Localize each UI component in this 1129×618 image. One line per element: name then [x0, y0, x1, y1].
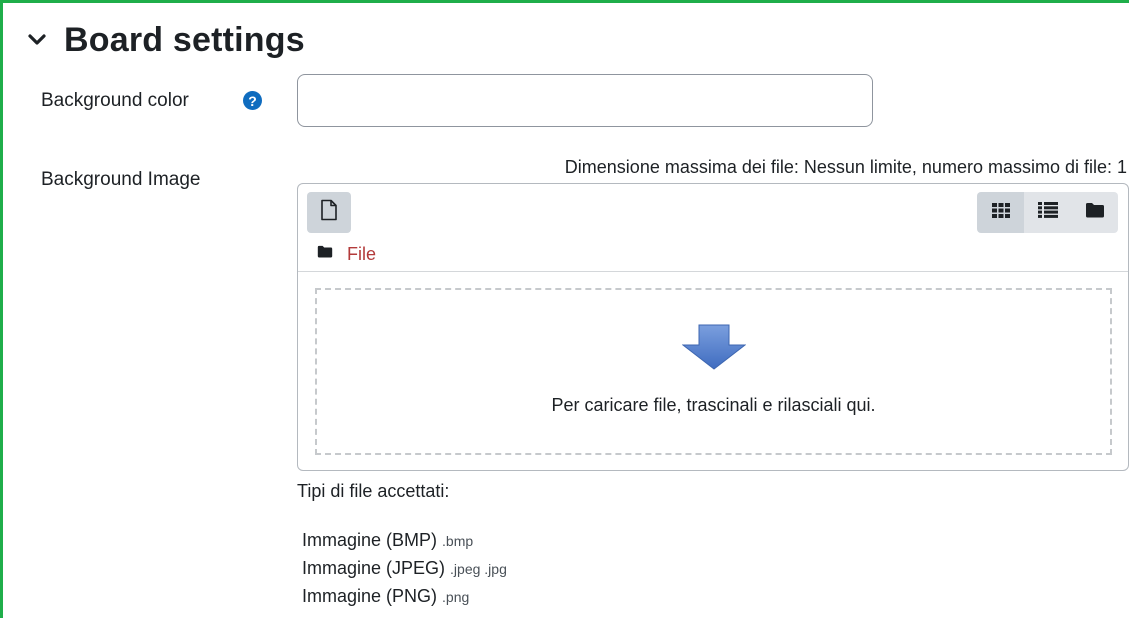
type-name: Immagine (PNG): [302, 586, 438, 606]
background-image-label: Background Image: [41, 169, 201, 190]
dropzone-instructions: Per caricare file, trascinali e rilascia…: [551, 395, 876, 415]
grid-icon: [991, 202, 1010, 223]
background-color-label: Background color: [41, 90, 189, 111]
breadcrumb: File: [317, 242, 376, 266]
list-icon: [1037, 202, 1058, 223]
folder-icon: [1085, 202, 1105, 223]
view-switcher: [977, 192, 1118, 233]
breadcrumb-files-link[interactable]: File: [347, 244, 376, 265]
list-view-button[interactable]: [1024, 192, 1071, 233]
section-title: Board settings: [64, 20, 305, 59]
folder-icon: [317, 245, 333, 263]
file-icon: [320, 199, 338, 226]
file-manager: File Per caricare file, trascinali e ril…: [297, 183, 1129, 471]
accepted-types-title: Tipi di file accettati:: [297, 481, 450, 501]
type-extensions: .png: [442, 589, 470, 605]
type-name: Immagine (JPEG): [302, 558, 446, 578]
file-manager-toolbar: File: [298, 184, 1128, 272]
background-color-input[interactable]: [297, 74, 873, 127]
add-file-button[interactable]: [307, 192, 351, 233]
frame-top-border: [0, 0, 1129, 3]
question-circle-icon[interactable]: ?: [243, 91, 262, 110]
section-header[interactable]: Board settings: [26, 18, 305, 62]
chevron-down-icon[interactable]: [26, 29, 48, 51]
accepted-type-item: Immagine (PNG) .png: [302, 586, 507, 614]
down-arrow-icon: [681, 324, 746, 375]
accepted-types-list: Immagine (BMP) .bmp Immagine (JPEG) .jpe…: [302, 530, 507, 614]
type-extensions: .bmp: [442, 533, 474, 549]
accepted-type-item: Immagine (JPEG) .jpeg .jpg: [302, 558, 507, 586]
frame-left-border: [0, 0, 3, 618]
type-extensions: .jpeg .jpg: [450, 561, 507, 577]
type-name: Immagine (BMP): [302, 530, 438, 550]
file-limits-text: Dimensione massima dei file: Nessun limi…: [564, 157, 1127, 177]
accepted-type-item: Immagine (BMP) .bmp: [302, 530, 507, 558]
tree-view-button[interactable]: [1071, 192, 1118, 233]
file-dropzone[interactable]: Per caricare file, trascinali e rilascia…: [315, 288, 1112, 455]
icon-view-button[interactable]: [977, 192, 1024, 233]
